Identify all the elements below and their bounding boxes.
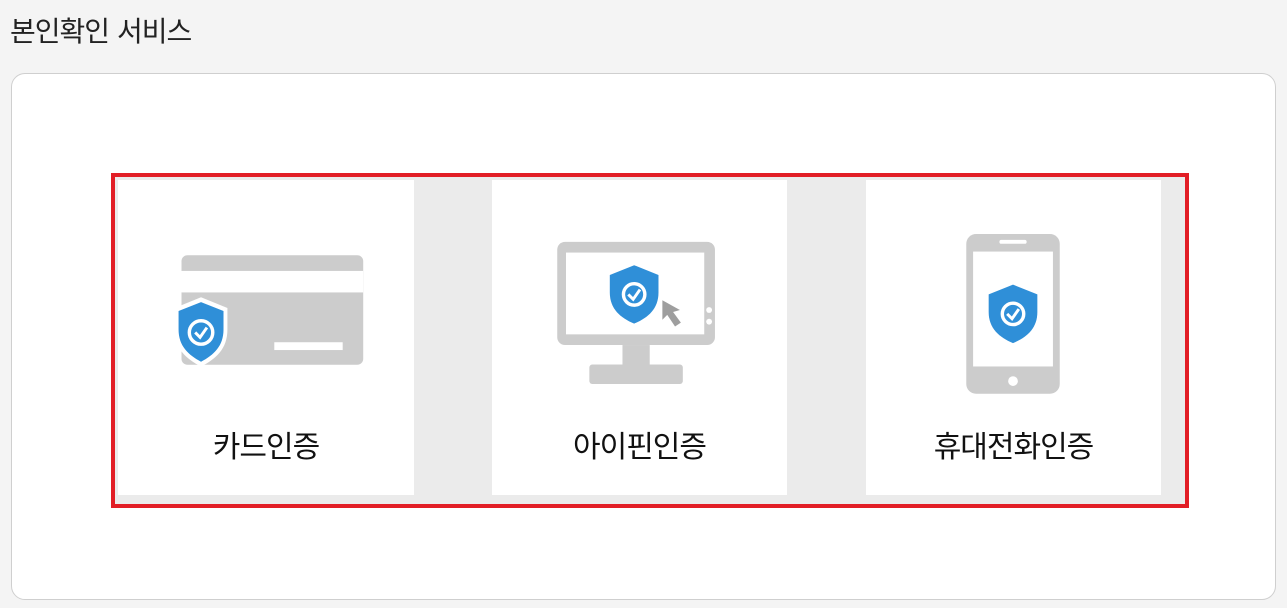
monitor-shield-icon [557, 241, 715, 384]
card-verification-label: 카드인증 [212, 430, 320, 465]
card-verification-option[interactable]: 카드인증 [115, 180, 418, 495]
phone-verification-label: 휴대전화인증 [933, 430, 1095, 465]
phone-verification-option[interactable]: 휴대전화인증 [862, 180, 1165, 495]
verification-panel: 카드인증 아이핀인증 휴대전화인증 [11, 73, 1276, 600]
card-shield-icon [174, 255, 364, 367]
phone-shield-icon [966, 234, 1060, 394]
page-title: 본인확인 서비스 [10, 15, 192, 48]
ipin-verification-label: 아이핀인증 [573, 430, 707, 465]
verification-options: 카드인증 아이핀인증 휴대전화인증 [111, 173, 1189, 508]
ipin-verification-option[interactable]: 아이핀인증 [488, 180, 791, 495]
